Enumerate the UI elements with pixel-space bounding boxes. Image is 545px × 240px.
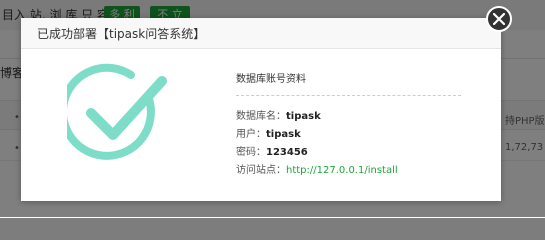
site-url-link[interactable]: http://127.0.0.1/install [286,165,398,176]
database-info: 数据库账号资料 数据库名：tipask 用户：tipask 密码：123456 … [236,73,461,176]
db-name-label: 数据库名： [236,111,286,122]
site-url-label: 访问站点： [236,165,286,176]
db-password-row: 密码：123456 [236,146,308,160]
db-name-value: tipask [286,111,321,122]
check-circle-icon [67,63,167,160]
database-info-heading: 数据库账号资料 [236,74,306,85]
site-url-row: 访问站点：http://127.0.0.1/install [236,164,398,178]
db-password-value: 123456 [266,147,308,158]
db-name-row: 数据库名：tipask [236,110,321,124]
dashed-divider [236,95,461,96]
db-user-value: tipask [266,129,301,140]
db-password-label: 密码： [236,147,266,158]
dialog-header: 已成功部署【tipask问答系统】 [21,18,501,49]
db-user-label: 用户： [236,129,266,140]
close-button[interactable] [486,6,512,32]
deploy-success-dialog: 已成功部署【tipask问答系统】 数据库账号资料 数据库名：tipask 用户… [21,18,501,201]
close-icon [493,13,505,25]
dialog-title: 已成功部署【tipask问答系统】 [37,27,206,41]
db-user-row: 用户：tipask [236,128,301,142]
